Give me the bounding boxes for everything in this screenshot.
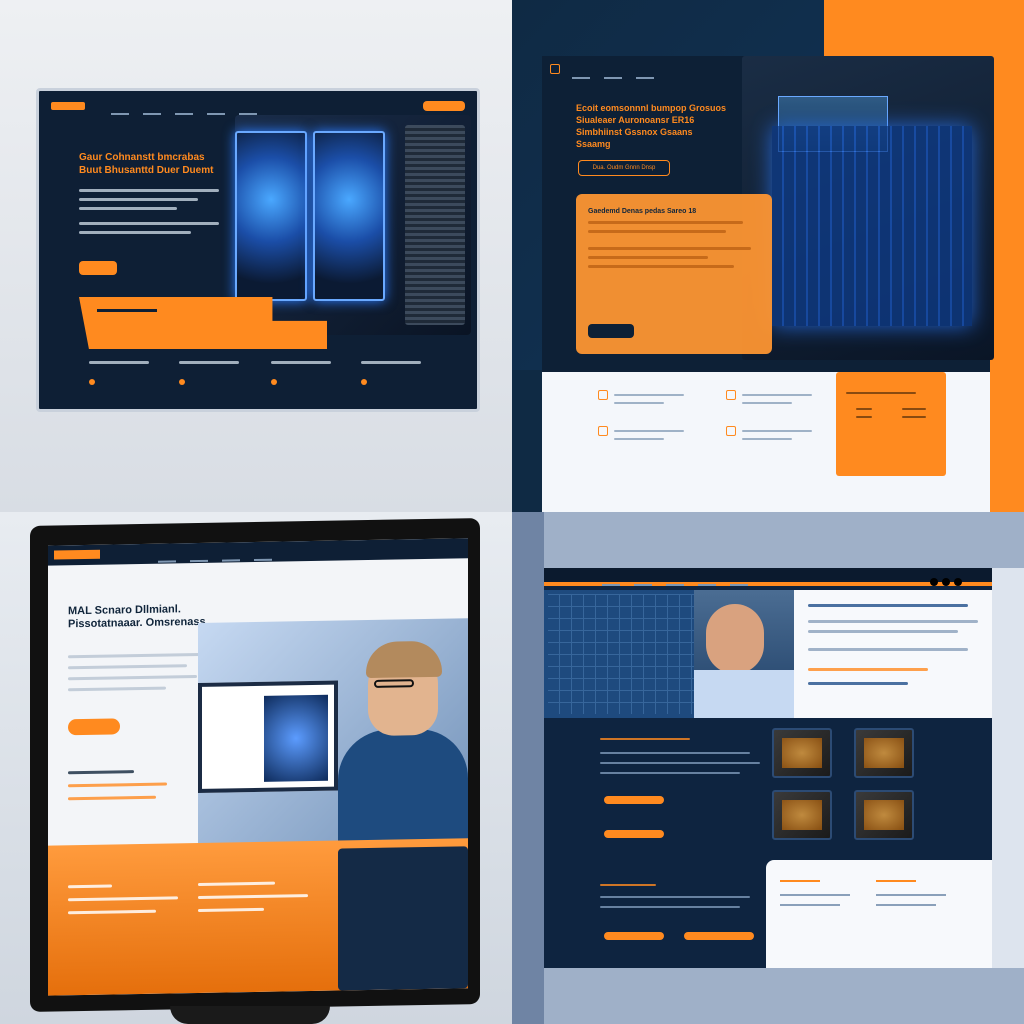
white-content-card <box>766 860 992 968</box>
screenshot-collage: Gaur Cohnanstt bmcrabas Buut Bhusanttd D… <box>0 0 1024 1024</box>
feature-icon <box>179 379 185 385</box>
bottom-cta-button[interactable] <box>684 932 754 940</box>
person-shirt <box>694 670 794 718</box>
header-cta-button[interactable] <box>423 101 465 111</box>
orange-stat-card <box>836 372 946 476</box>
feature-column <box>598 384 738 456</box>
info-list <box>68 769 178 810</box>
feature-item <box>598 384 738 420</box>
feature-item <box>271 361 351 390</box>
hero-headline: Gaur Cohnanstt bmcrabas Buut Bhusanttd D… <box>79 152 214 176</box>
screen-mockup <box>198 680 338 793</box>
panel-a: Gaur Cohnanstt bmcrabas Buut Bhusanttd D… <box>0 0 512 512</box>
feature-icon <box>598 390 608 400</box>
monitor-frame: Gaur Cohnanstt bmcrabas Buut Bhusanttd D… <box>36 88 480 412</box>
panel-d <box>512 512 1024 1024</box>
panel-b: Ecoit eomsonnnl bumpop Grosuos Siualeaer… <box>512 0 1024 512</box>
logo[interactable] <box>550 64 560 74</box>
feature-icon <box>89 379 95 385</box>
server-visual <box>264 694 328 782</box>
logo[interactable] <box>54 549 100 560</box>
feature-icon <box>726 390 736 400</box>
monitor-stand <box>170 1006 330 1024</box>
webpage <box>544 568 992 968</box>
logo[interactable] <box>51 102 85 110</box>
orange-info-card: Gaedemd Denas pedas Sareo 18 <box>576 194 772 354</box>
webpage: Ecoit eomsonnnl bumpop Grosuos Siualeaer… <box>542 56 994 512</box>
person-hair <box>366 640 442 679</box>
feature-icon <box>726 426 736 436</box>
server-cabinet <box>772 728 832 778</box>
circuit-board <box>772 126 972 326</box>
section-cta-button[interactable] <box>604 830 664 838</box>
footer-column <box>198 881 308 922</box>
bottom-cta-button[interactable] <box>604 932 664 940</box>
bottom-section <box>544 860 992 968</box>
nav-links[interactable] <box>572 69 668 87</box>
server-cabinet <box>854 728 914 778</box>
server-vent <box>405 125 465 325</box>
hero-photo <box>198 618 468 871</box>
feature-item <box>598 420 738 456</box>
feature-item <box>179 361 259 390</box>
feature-icon <box>598 426 608 436</box>
top-nav <box>51 101 465 115</box>
feature-icon <box>271 379 277 385</box>
server-cabinet <box>854 790 914 840</box>
card-title: Gaedemd Denas pedas Sareo 18 <box>588 208 697 215</box>
server-rack-left <box>235 131 307 301</box>
blueprint-grid <box>548 594 698 714</box>
person-face <box>706 604 764 674</box>
hero-cta-button[interactable] <box>68 718 120 736</box>
monitor-frame: MAL Scnaro Dllmianl. Pissotatnaaar. Omsr… <box>30 518 480 1012</box>
person-glasses <box>374 679 414 688</box>
top-nav <box>48 538 468 566</box>
left-shade <box>512 512 544 1024</box>
feature-item <box>361 361 441 390</box>
hero-description <box>79 189 219 240</box>
dark-info-card <box>338 846 468 991</box>
hero-text-panel <box>794 590 992 718</box>
product-section <box>544 718 992 848</box>
server-rack-right <box>313 131 385 301</box>
server-cabinet <box>772 790 832 840</box>
feature-icon <box>361 379 367 385</box>
hero-cta-button[interactable] <box>79 261 117 275</box>
card-button[interactable] <box>588 324 634 338</box>
features-section <box>542 372 990 512</box>
hero-headline: Ecoit eomsonnnl bumpop Grosuos Siualeaer… <box>576 103 727 149</box>
footer-column <box>68 883 178 924</box>
hero-outline-button[interactable]: Dua. Oudm Gnnn Dnsp <box>578 160 670 176</box>
panel-c: MAL Scnaro Dllmianl. Pissotatnaaar. Omsr… <box>0 512 512 1024</box>
hero-blueprint-photo <box>544 590 794 718</box>
server-machine-illustration <box>742 56 994 360</box>
nav-links[interactable] <box>158 550 286 570</box>
nav-icons[interactable] <box>926 573 962 591</box>
feature-row <box>89 361 469 401</box>
right-sidebar <box>992 568 1024 968</box>
section-cta-button[interactable] <box>604 796 664 804</box>
monitor-screen: MAL Scnaro Dllmianl. Pissotatnaaar. Omsr… <box>48 538 468 996</box>
feature-item <box>89 361 169 390</box>
hero-description <box>68 652 208 699</box>
top-nav <box>544 568 992 586</box>
